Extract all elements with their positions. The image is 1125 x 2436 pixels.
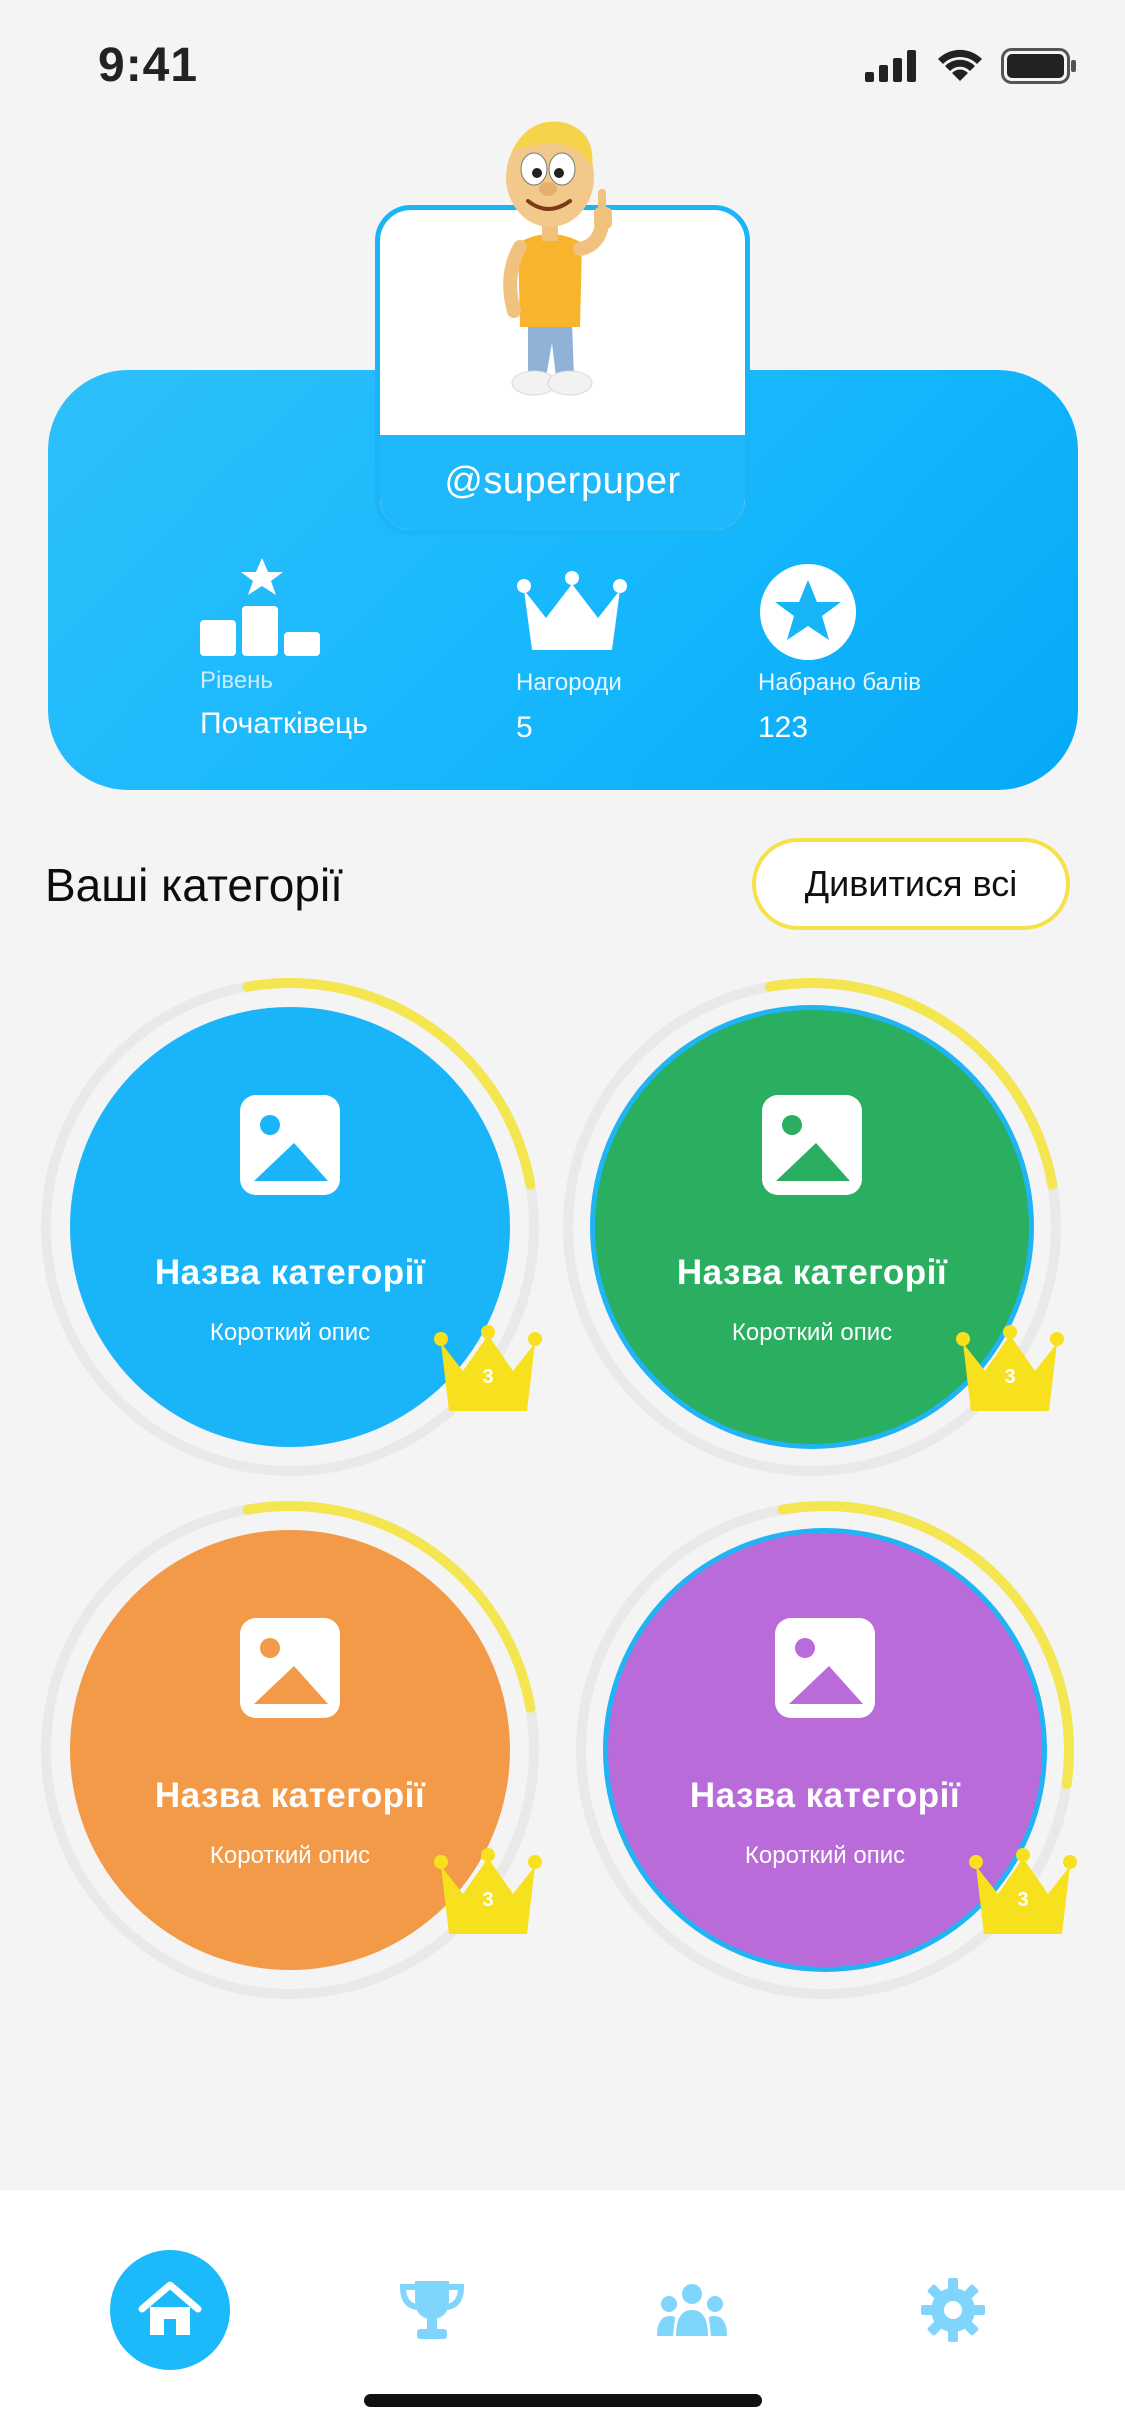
stat-label-level: Рівень [200,667,273,694]
category-card[interactable]: Назва категорії Короткий опис 3 [575,1500,1077,2000]
star-circle-icon [760,564,856,660]
stat-value-points: 123 [758,711,809,744]
avatar-character-image [503,121,612,396]
image-placeholder-icon [775,1618,875,1718]
see-all-button[interactable]: Дивитися всі [752,838,1070,930]
category-card[interactable]: Назва категорії Короткий опис 3 [40,1500,542,2000]
home-icon [138,2281,202,2335]
category-description: Короткий опис [744,1842,906,1869]
image-placeholder-icon [240,1095,340,1195]
crown-count: 3 [482,1889,494,1911]
stat-label-awards: Нагороди [516,669,622,696]
category-title: Назва категорії [676,1253,948,1292]
image-placeholder-icon [762,1095,862,1195]
image-placeholder-icon [240,1618,340,1718]
stat-value-awards: 5 [516,711,533,744]
nav-awards[interactable] [372,2250,492,2370]
nav-friends[interactable] [632,2250,752,2370]
crown-count: 3 [1004,1366,1016,1388]
username: @superpuper [444,460,681,502]
status-time: 9:41 [98,39,199,92]
gear-icon [921,2278,985,2342]
nav-home-active-bg [110,2250,230,2370]
category-title: Назва категорії [154,1776,426,1815]
trophy-icon [399,2281,465,2339]
crown-count: 3 [482,1366,494,1388]
category-description: Короткий опис [209,1319,371,1346]
status-icons [865,48,1077,84]
users-icon [657,2284,727,2336]
nav-home[interactable] [110,2250,230,2370]
category-title: Назва категорії [154,1253,426,1292]
stat-points: Набрано балів 123 [758,562,921,745]
category-card[interactable]: Назва категорії Короткий опис 3 [562,977,1064,1477]
crown-icon [517,571,627,650]
category-card[interactable]: Назва категорії Короткий опис 3 [40,977,542,1477]
category-description: Короткий опис [731,1319,893,1346]
stat-level: Рівень Початківець [200,558,368,741]
home-indicator [364,2394,762,2407]
stat-label-points: Набрано балів [758,669,922,696]
crown-count: 3 [1017,1889,1029,1911]
nav-settings[interactable] [893,2250,1013,2370]
category-description: Короткий опис [209,1842,371,1869]
stat-value-level: Початківець [200,707,368,740]
podium-star-icon [200,558,320,656]
battery-icon [1001,48,1076,84]
wifi-icon [938,49,982,81]
signal-icon [865,50,916,82]
category-title: Назва категорії [689,1776,961,1815]
stat-awards: Нагороди 5 [516,570,628,745]
section-title: Ваші категорії [45,859,343,911]
